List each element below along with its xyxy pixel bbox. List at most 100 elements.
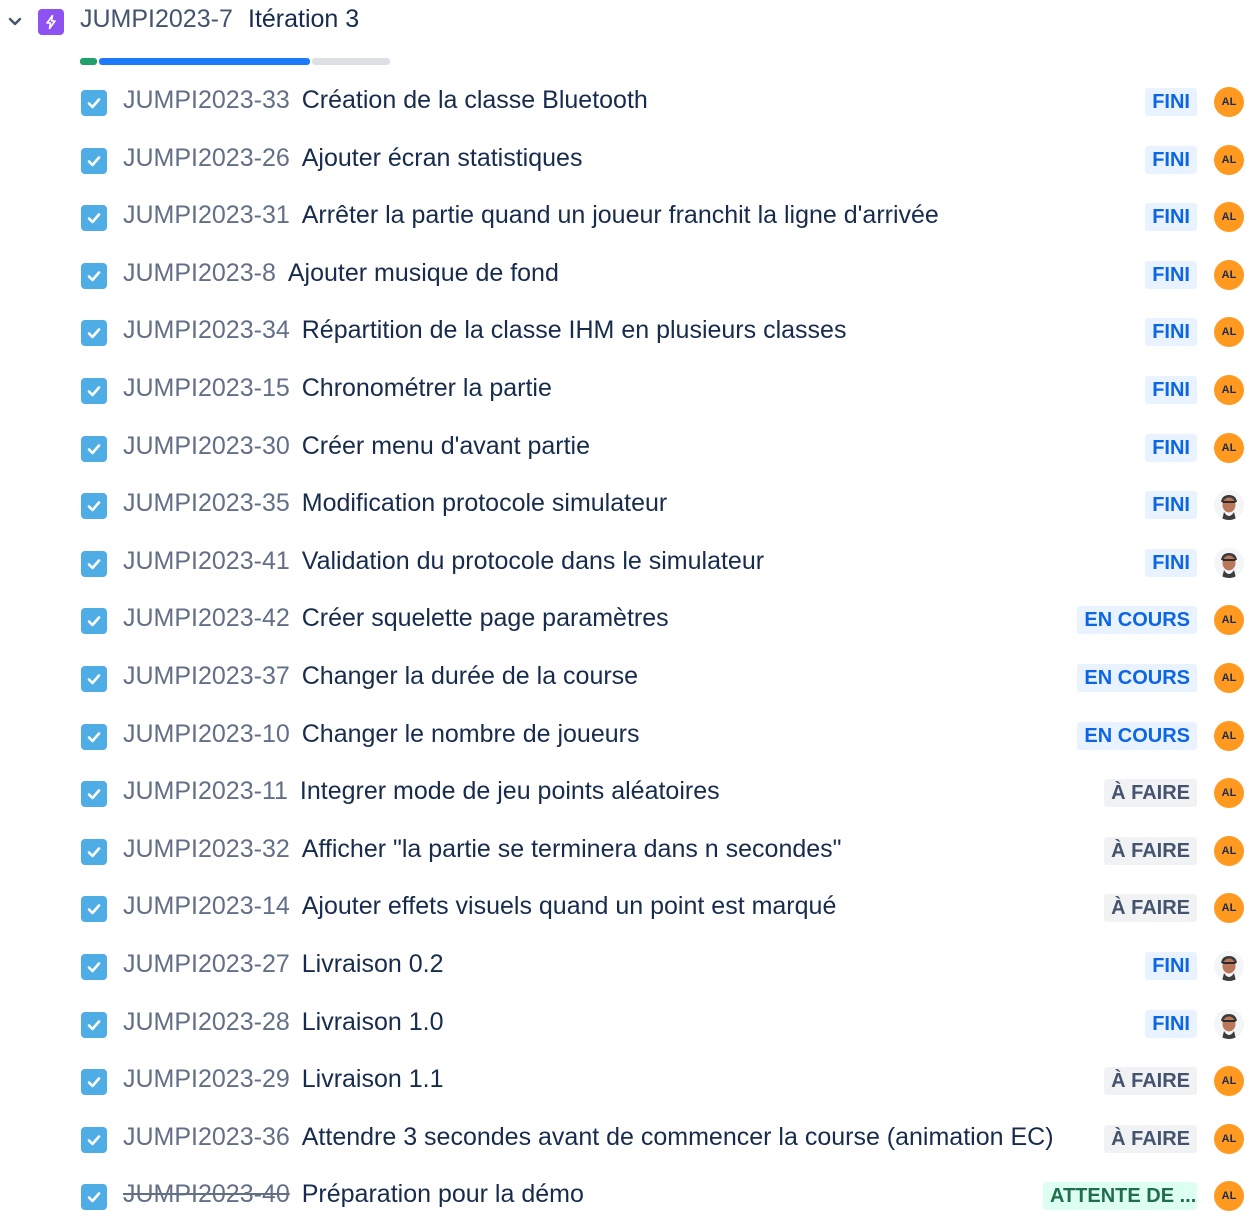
issue-row[interactable]: JUMPI2023-35 Modification protocole simul…	[0, 476, 1258, 534]
issue-summary[interactable]: Livraison 0.2	[302, 950, 444, 978]
assignee-avatar[interactable]: AL	[1214, 778, 1244, 809]
status-badge[interactable]: FINI	[1145, 951, 1197, 980]
task-checkbox-icon[interactable]	[81, 781, 107, 808]
assignee-avatar[interactable]: AL	[1214, 662, 1244, 693]
assignee-avatar[interactable]: AL	[1214, 605, 1244, 636]
task-checkbox-icon[interactable]	[81, 1011, 107, 1038]
assignee-avatar[interactable]: AL	[1214, 202, 1244, 233]
issue-summary[interactable]: Répartition de la classe IHM en plusieur…	[302, 316, 847, 344]
issue-key-link[interactable]: JUMPI2023-37	[123, 662, 290, 690]
assignee-avatar[interactable]: AL	[1214, 432, 1244, 463]
issue-row[interactable]: JUMPI2023-32 Afficher "la partie se termi…	[0, 822, 1258, 880]
issue-summary[interactable]: Chronométrer la partie	[302, 374, 552, 402]
issue-key-link[interactable]: JUMPI2023-41	[123, 547, 290, 575]
status-badge[interactable]: FINI	[1145, 88, 1197, 116]
assignee-avatar-photo[interactable]	[1214, 950, 1244, 981]
status-badge[interactable]: À FAIRE	[1104, 836, 1197, 865]
status-badge[interactable]: ATTENTE DE ...	[1043, 1182, 1197, 1211]
status-badge[interactable]: FINI	[1145, 491, 1197, 520]
issue-summary[interactable]: Arrêter la partie quand un joueur franch…	[302, 201, 939, 229]
assignee-avatar[interactable]: AL	[1214, 317, 1244, 348]
issue-key-link[interactable]: JUMPI2023-14	[123, 892, 290, 920]
issue-row[interactable]: JUMPI2023-41 Validation du protocole dans…	[0, 534, 1258, 592]
issue-summary[interactable]: Livraison 1.0	[302, 1008, 444, 1036]
issue-key-link[interactable]: JUMPI2023-10	[123, 720, 290, 748]
issue-row[interactable]: JUMPI2023-8 Ajouter musique de fond FINI …	[0, 246, 1258, 304]
task-checkbox-icon[interactable]	[81, 550, 107, 577]
status-badge[interactable]: EN COURS	[1077, 721, 1197, 750]
task-checkbox-icon[interactable]	[81, 1184, 107, 1211]
issue-summary[interactable]: Préparation pour la démo	[302, 1180, 584, 1208]
issue-summary[interactable]: Ajouter écran statistiques	[302, 144, 583, 172]
issue-summary[interactable]: Afficher "la partie se terminera dans n …	[302, 835, 842, 863]
status-badge[interactable]: FINI	[1145, 375, 1197, 404]
issue-row[interactable]: JUMPI2023-33 Création de la classe Blueto…	[0, 73, 1258, 131]
task-checkbox-icon[interactable]	[81, 147, 107, 174]
issue-row[interactable]: JUMPI2023-14 Ajouter effets visuels quand…	[0, 879, 1258, 937]
status-badge[interactable]: FINI	[1145, 548, 1197, 577]
assignee-avatar[interactable]: AL	[1214, 893, 1244, 924]
issue-summary[interactable]: Créer squelette page paramètres	[302, 604, 669, 632]
status-badge[interactable]: FINI	[1145, 433, 1197, 462]
assignee-avatar-photo[interactable]	[1214, 1008, 1244, 1039]
assignee-avatar-photo[interactable]	[1214, 547, 1244, 578]
issue-key-link[interactable]: JUMPI2023-28	[123, 1008, 290, 1036]
issue-row[interactable]: JUMPI2023-37 Changer la durée de la cours…	[0, 649, 1258, 707]
issue-key-link[interactable]: JUMPI2023-35	[123, 489, 290, 517]
task-checkbox-icon[interactable]	[81, 1069, 107, 1096]
issue-summary[interactable]: Créer menu d'avant partie	[302, 432, 590, 460]
issue-summary[interactable]: Ajouter musique de fond	[288, 259, 559, 287]
issue-key-link[interactable]: JUMPI2023-36	[123, 1123, 290, 1151]
epic-key-link[interactable]: JUMPI2023-7	[80, 5, 233, 34]
issue-summary[interactable]: Changer la durée de la course	[302, 662, 638, 690]
assignee-avatar[interactable]: AL	[1214, 1181, 1244, 1212]
status-badge[interactable]: FINI	[1145, 1009, 1197, 1038]
issue-key-link[interactable]: JUMPI2023-42	[123, 604, 290, 632]
status-badge[interactable]: EN COURS	[1077, 663, 1197, 692]
issue-key-link[interactable]: JUMPI2023-27	[123, 950, 290, 978]
task-checkbox-icon[interactable]	[81, 90, 107, 116]
status-badge[interactable]: À FAIRE	[1104, 1067, 1197, 1096]
issue-row[interactable]: JUMPI2023-34 Répartition de la classe IHM…	[0, 303, 1258, 361]
issue-row[interactable]: JUMPI2023-11 Integrer mode de jeu points …	[0, 764, 1258, 822]
issue-summary[interactable]: Validation du protocole dans le simulate…	[302, 547, 764, 575]
task-checkbox-icon[interactable]	[81, 1126, 107, 1153]
issue-summary[interactable]: Ajouter effets visuels quand un point es…	[302, 892, 837, 920]
issue-row[interactable]: JUMPI2023-40 Préparation pour la démo ATT…	[0, 1167, 1258, 1218]
assignee-avatar-photo[interactable]	[1214, 490, 1244, 521]
issue-summary[interactable]: Livraison 1.1	[302, 1065, 444, 1093]
issue-key-link[interactable]: JUMPI2023-11	[123, 777, 288, 805]
issue-row[interactable]: JUMPI2023-30 Créer menu d'avant partie FI…	[0, 419, 1258, 477]
issue-row[interactable]: JUMPI2023-27 Livraison 0.2 FINI	[0, 937, 1258, 995]
issue-row[interactable]: JUMPI2023-29 Livraison 1.1 À FAIRE AL	[0, 1052, 1258, 1110]
assignee-avatar[interactable]: AL	[1214, 835, 1244, 866]
issue-key-link[interactable]: JUMPI2023-26	[123, 144, 290, 172]
assignee-avatar[interactable]: AL	[1214, 87, 1244, 117]
task-checkbox-icon[interactable]	[81, 665, 107, 692]
issue-key-link[interactable]: JUMPI2023-29	[123, 1065, 290, 1093]
task-checkbox-icon[interactable]	[81, 896, 107, 923]
issue-summary[interactable]: Modification protocole simulateur	[302, 489, 667, 517]
status-badge[interactable]: À FAIRE	[1104, 779, 1197, 808]
issue-row[interactable]: JUMPI2023-15 Chronométrer la partie FINI …	[0, 361, 1258, 419]
issue-key-link[interactable]: JUMPI2023-30	[123, 432, 290, 460]
task-checkbox-icon[interactable]	[81, 723, 107, 750]
issue-row[interactable]: JUMPI2023-36 Attendre 3 secondes avant de…	[0, 1110, 1258, 1168]
task-checkbox-icon[interactable]	[81, 953, 107, 980]
status-badge[interactable]: FINI	[1145, 260, 1197, 289]
issue-row[interactable]: JUMPI2023-31 Arrêter la partie quand un j…	[0, 188, 1258, 246]
issue-key-link[interactable]: JUMPI2023-32	[123, 835, 290, 863]
issue-summary[interactable]: Changer le nombre de joueurs	[302, 720, 640, 748]
issue-key-link[interactable]: JUMPI2023-34	[123, 316, 290, 344]
issue-row[interactable]: JUMPI2023-28 Livraison 1.0 FINI	[0, 995, 1258, 1053]
task-checkbox-icon[interactable]	[81, 838, 107, 865]
issue-row[interactable]: JUMPI2023-10 Changer le nombre de joueurs…	[0, 707, 1258, 765]
issue-summary[interactable]: Attendre 3 secondes avant de commencer l…	[302, 1123, 1054, 1151]
issue-key-link[interactable]: JUMPI2023-31	[123, 201, 290, 229]
status-badge[interactable]: EN COURS	[1077, 606, 1197, 635]
assignee-avatar[interactable]: AL	[1214, 259, 1244, 290]
assignee-avatar[interactable]: AL	[1214, 374, 1244, 405]
issue-row[interactable]: JUMPI2023-42 Créer squelette page paramèt…	[0, 591, 1258, 649]
status-badge[interactable]: FINI	[1145, 203, 1197, 232]
status-badge[interactable]: FINI	[1145, 145, 1197, 174]
